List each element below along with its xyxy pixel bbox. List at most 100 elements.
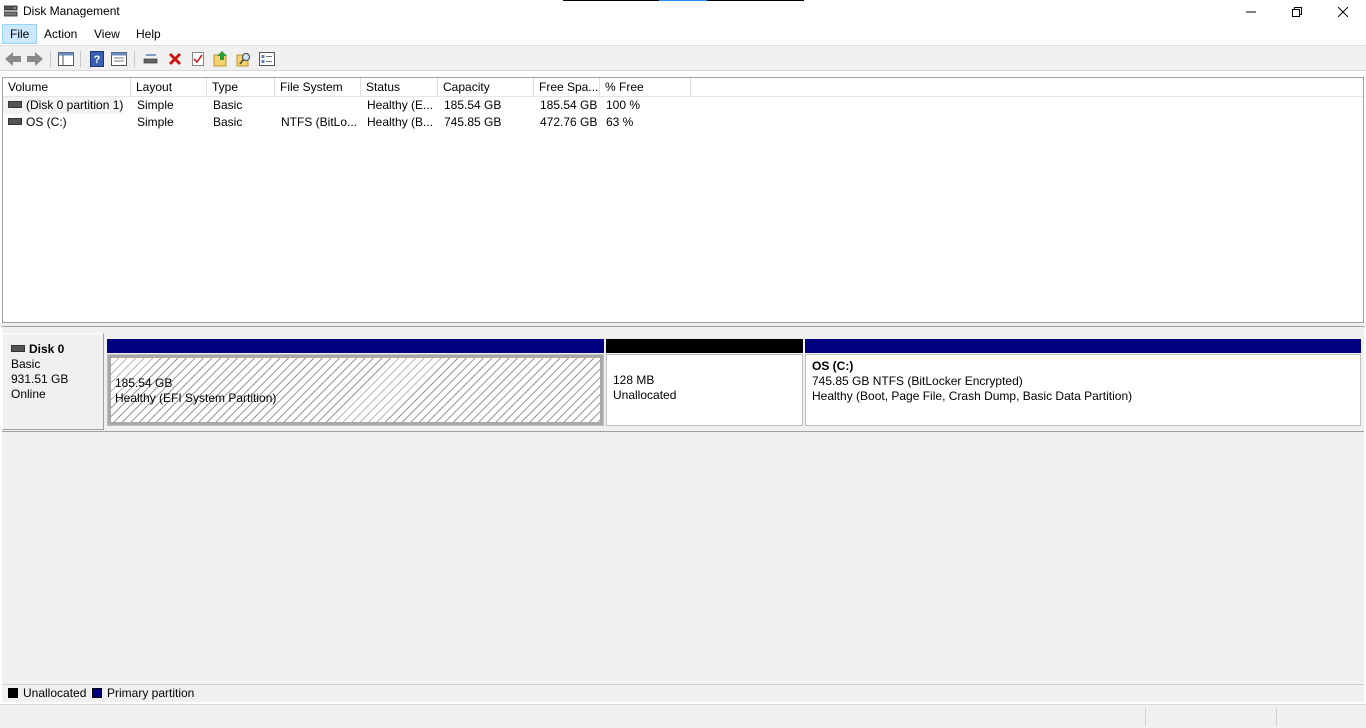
legend-unallocated-swatch xyxy=(8,688,18,698)
layout-cell: Simple xyxy=(137,98,174,112)
partition-body: 185.54 GB Healthy (EFI System Partition) xyxy=(107,354,604,426)
column-header-volume[interactable]: Volume xyxy=(3,78,131,96)
menu-file[interactable]: File xyxy=(2,24,38,44)
table-row[interactable]: OS (C:) Simple Basic NTFS (BitLo... Heal… xyxy=(3,114,1363,131)
table-row[interactable]: (Disk 0 partition 1) Simple Basic Health… xyxy=(3,97,1363,114)
partition-title: OS (C:) xyxy=(812,359,854,373)
partition-os-c[interactable]: OS (C:) 745.85 GB NTFS (BitLocker Encryp… xyxy=(805,339,1361,426)
column-header-file-system[interactable]: File System xyxy=(275,78,361,96)
toolbar: ? xyxy=(0,45,1366,71)
delete-button[interactable] xyxy=(166,50,184,68)
back-button[interactable] xyxy=(4,50,22,68)
status-bar xyxy=(0,704,1366,728)
search-button[interactable] xyxy=(235,50,253,68)
column-header-percent-free[interactable]: % Free xyxy=(600,78,691,96)
column-header-capacity[interactable]: Capacity xyxy=(438,78,534,96)
percent-free-cell: 63 % xyxy=(606,115,634,129)
disk-name-row: Disk 0 xyxy=(11,342,103,357)
status-cell: Healthy (B... xyxy=(367,115,434,129)
disk-info-panel[interactable]: Disk 0 Basic 931.51 GB Online xyxy=(2,333,104,430)
disk-graphical-view[interactable]: Disk 0 Basic 931.51 GB Online 185.54 GB … xyxy=(2,326,1364,684)
status-divider xyxy=(1276,708,1277,726)
partition-content: 128 MB Unallocated xyxy=(609,357,800,423)
partition-type-bar xyxy=(606,339,803,353)
status-divider xyxy=(1145,708,1146,726)
help-icon: ? xyxy=(90,51,104,67)
partition-type-bar xyxy=(107,339,604,353)
type-cell: Basic xyxy=(213,115,243,129)
volume-cell: OS (C:) xyxy=(3,114,131,131)
disk-icon xyxy=(8,118,22,126)
export-icon xyxy=(213,51,227,67)
column-header-free-space[interactable]: Free Spa... xyxy=(534,78,600,96)
partition-status: Healthy (Boot, Page File, Crash Dump, Ba… xyxy=(812,389,1133,403)
partition-content: OS (C:) 745.85 GB NTFS (BitLocker Encryp… xyxy=(808,357,1358,423)
restore-icon xyxy=(1292,7,1302,17)
export-button[interactable] xyxy=(212,50,230,68)
forward-button[interactable] xyxy=(26,50,44,68)
partition-efi[interactable]: 185.54 GB Healthy (EFI System Partition) xyxy=(107,339,604,426)
capacity-cell: 745.85 GB xyxy=(444,115,502,129)
legend-primary-label: Primary partition xyxy=(107,686,195,700)
partition-size: 745.85 GB NTFS (BitLocker Encrypted) xyxy=(812,374,1023,388)
menu-view[interactable]: View xyxy=(87,24,127,44)
volume-name: (Disk 0 partition 1) xyxy=(26,98,123,112)
column-header-status[interactable]: Status xyxy=(361,78,438,96)
menu-bar: File Action View Help xyxy=(0,24,1366,44)
percent-free-cell: 100 % xyxy=(606,98,641,112)
partition-size: 128 MB xyxy=(613,373,655,387)
settings-list-icon xyxy=(259,52,275,66)
file-system-cell: NTFS (BitLo... xyxy=(281,115,358,129)
volume-cell: (Disk 0 partition 1) xyxy=(3,97,123,114)
column-header-row: Volume Layout Type File System Status Ca… xyxy=(3,78,1363,97)
console-tree-button[interactable] xyxy=(57,50,75,68)
column-header-layout[interactable]: Layout xyxy=(131,78,207,96)
layout-cell: Simple xyxy=(137,115,174,129)
help-button[interactable]: ? xyxy=(88,50,106,68)
volume-list[interactable]: Volume Layout Type File System Status Ca… xyxy=(2,77,1364,323)
back-arrow-icon xyxy=(5,52,21,66)
connect-disk-icon xyxy=(143,54,158,64)
title-accent-highlight xyxy=(659,0,707,1)
disk-size: 931.51 GB xyxy=(11,372,69,386)
restore-button[interactable] xyxy=(1274,0,1320,24)
svg-text:?: ? xyxy=(94,54,101,66)
minimize-button[interactable] xyxy=(1228,0,1274,24)
settings-list-button[interactable] xyxy=(258,50,276,68)
search-icon xyxy=(236,53,250,67)
legend-primary-swatch xyxy=(92,688,102,698)
disk-icon xyxy=(11,345,25,353)
file-system-cell xyxy=(276,97,362,114)
column-header-type[interactable]: Type xyxy=(207,78,275,96)
partition-status: Unallocated xyxy=(613,388,677,402)
volume-name: OS (C:) xyxy=(26,115,67,129)
partition-type-bar xyxy=(805,339,1361,353)
legend: Unallocated Primary partition xyxy=(2,684,1364,702)
close-button[interactable] xyxy=(1320,0,1366,24)
toolbar-separator xyxy=(134,51,135,67)
forward-arrow-icon xyxy=(27,52,43,66)
partition-unallocated[interactable]: 128 MB Unallocated xyxy=(606,339,803,426)
disk-state: Online xyxy=(11,387,46,401)
menu-action[interactable]: Action xyxy=(37,24,84,44)
disk-row-divider xyxy=(2,431,1364,432)
check-button[interactable] xyxy=(189,50,207,68)
properties-button[interactable] xyxy=(110,50,128,68)
title-bar: Disk Management xyxy=(0,0,1366,24)
partition-size: 185.54 GB xyxy=(115,376,173,390)
connect-disk-button[interactable] xyxy=(142,50,160,68)
free-space-cell: 185.54 GB xyxy=(540,98,598,112)
disk-icon xyxy=(8,101,22,109)
legend-unallocated-label: Unallocated xyxy=(23,686,87,700)
partition-content: 185.54 GB Healthy (EFI System Partition) xyxy=(108,355,603,425)
close-icon xyxy=(1338,7,1348,17)
toolbar-separator xyxy=(80,51,81,67)
properties-icon xyxy=(111,52,127,66)
minimize-icon xyxy=(1246,11,1256,13)
toolbar-separator xyxy=(50,51,51,67)
disk-name: Disk 0 xyxy=(29,342,65,356)
console-tree-icon xyxy=(58,52,74,66)
free-space-cell: 472.76 GB xyxy=(540,115,598,129)
delete-icon xyxy=(169,53,181,65)
menu-help[interactable]: Help xyxy=(129,24,168,44)
